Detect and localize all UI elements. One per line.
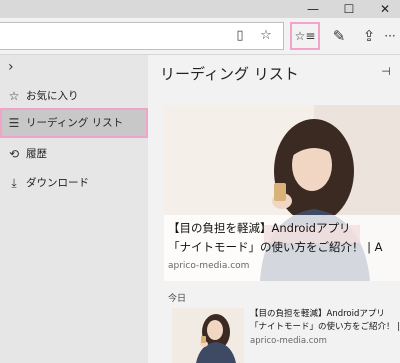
reading-list-item[interactable]: 【目の負担を軽減】Androidアプリ 「ナイトモード」の使い方をご紹介！ | … (164, 306, 400, 363)
web-note-icon: ✎ (332, 27, 346, 45)
hub-icon: ☆≡ (294, 29, 316, 43)
hub-button[interactable]: ☆≡ (290, 22, 320, 50)
article-domain: aprico-media.com (168, 261, 250, 271)
pane-title: リーディング リスト (160, 65, 299, 83)
chevron-right-icon[interactable]: › (8, 57, 28, 77)
featured-article-card[interactable]: 【目の負担を軽減】Androidアプリ 「ナイトモード」の使い方をご紹介！ | … (164, 105, 400, 281)
browser-toolbar: ▯ ☆ ☆≡ ✎ ⇪ ··· (0, 18, 400, 55)
close-button[interactable]: ✕ (368, 0, 400, 18)
reading-view-icon[interactable]: ▯ (228, 23, 252, 49)
pin-icon[interactable]: ⊣ (378, 65, 394, 81)
featured-article-text: 【目の負担を軽減】Androidアプリ 「ナイトモード」の使い方をご紹介！ | … (164, 215, 400, 281)
sidebar-item-downloads[interactable]: ⤓ ダウンロード (0, 168, 148, 198)
article-domain: aprico-media.com (250, 336, 327, 346)
hub-sidebar: › ☆ お気に入り ☰ リーディング リスト ⟲ 履歴 ⤓ ダウンロード (0, 55, 148, 363)
article-thumbnail (172, 308, 244, 363)
web-note-button[interactable]: ✎ (324, 22, 354, 50)
sidebar-item-history[interactable]: ⟲ 履歴 (0, 139, 148, 169)
history-icon: ⟲ (8, 147, 20, 161)
favorite-star-icon[interactable]: ☆ (254, 23, 278, 49)
sidebar-item-label: お気に入り (26, 90, 79, 102)
sidebar-item-label: ダウンロード (26, 177, 89, 189)
download-icon: ⤓ (11, 176, 17, 190)
more-button[interactable]: ··· (380, 22, 400, 50)
minimize-button[interactable]: — (296, 0, 330, 18)
sidebar-item-reading-list[interactable]: ☰ リーディング リスト (0, 108, 148, 138)
article-title: 【目の負担を軽減】Androidアプリ 「ナイトモード」の使い方をご紹介！ | (250, 309, 400, 332)
more-icon: ··· (384, 29, 396, 43)
section-label-today: 今日 (168, 294, 187, 304)
sidebar-item-favorites[interactable]: ☆ お気に入り (0, 81, 148, 111)
maximize-button[interactable]: ☐ (332, 0, 366, 18)
sidebar-item-label: リーディング リスト (26, 117, 124, 129)
reading-list-icon: ☰ (8, 116, 20, 130)
window-title-bar: — ☐ ✕ (0, 0, 400, 18)
reading-list-pane: リーディング リスト ⊣ 【目の負担を軽減】Androidアプリ 「ナイトモード… (148, 55, 400, 363)
address-bar[interactable]: ▯ ☆ (0, 22, 284, 50)
sidebar-item-label: 履歴 (26, 148, 47, 160)
share-icon: ⇪ (362, 27, 376, 45)
article-title: 【目の負担を軽減】Androidアプリ 「ナイトモード」の使い方をご紹介！ | … (168, 221, 383, 254)
star-icon: ☆ (8, 89, 20, 103)
